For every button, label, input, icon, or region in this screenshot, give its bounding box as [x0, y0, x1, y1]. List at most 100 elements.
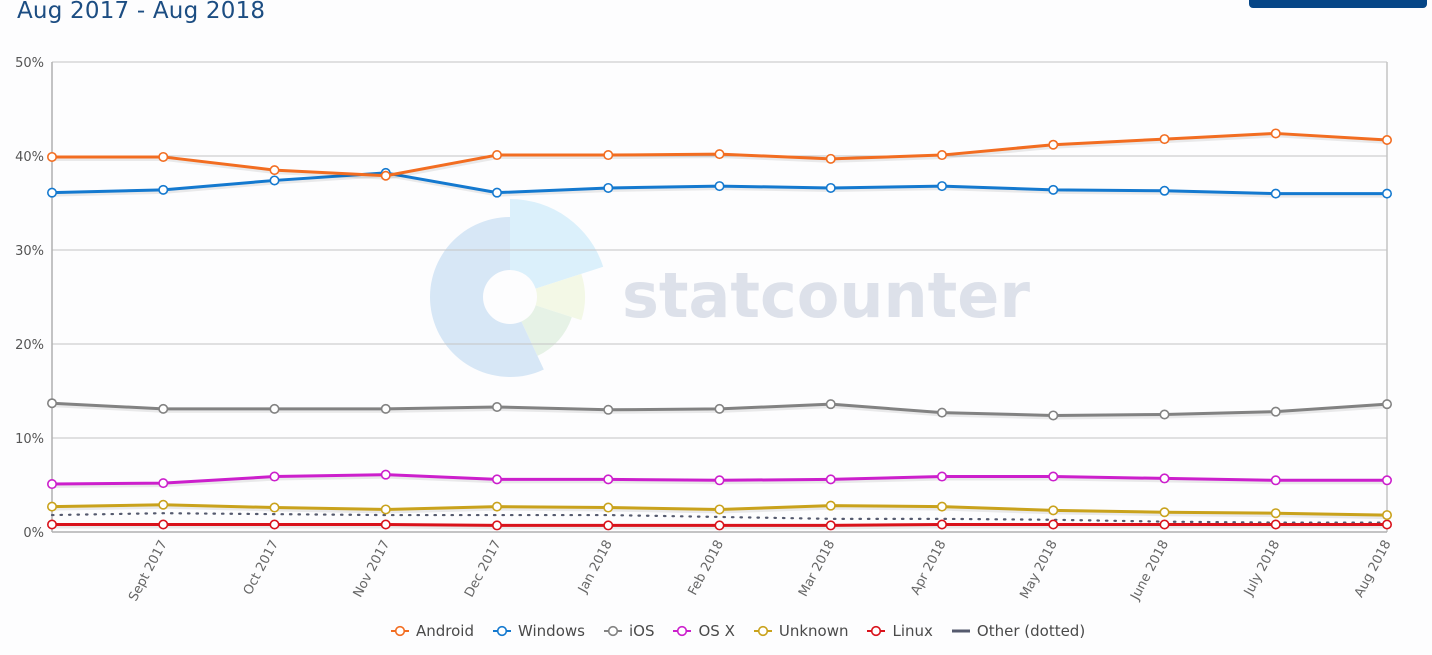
data-point[interactable] [1159, 507, 1170, 518]
data-point[interactable] [1048, 184, 1059, 195]
y-tick-label: 10% [15, 432, 44, 447]
data-point[interactable] [269, 165, 280, 176]
circle-marker-icon [753, 624, 773, 638]
data-point[interactable] [1159, 409, 1170, 420]
legend-item[interactable]: Unknown [753, 622, 849, 640]
data-point[interactable] [1159, 519, 1170, 530]
data-point[interactable] [1382, 135, 1393, 146]
data-point[interactable] [1382, 188, 1393, 199]
data-point[interactable] [714, 181, 725, 192]
data-point[interactable] [269, 519, 280, 530]
watermark-text: statcounter [622, 259, 1030, 332]
data-point[interactable] [1048, 139, 1059, 150]
legend-item[interactable]: Android [390, 622, 474, 640]
data-point[interactable] [491, 150, 502, 161]
data-point[interactable] [1270, 406, 1281, 417]
legend-item[interactable]: Other (dotted) [951, 622, 1085, 640]
data-point[interactable] [603, 182, 614, 193]
data-point[interactable] [1270, 188, 1281, 199]
watermark-segment [510, 199, 604, 289]
data-point[interactable] [269, 502, 280, 513]
data-point[interactable] [1048, 410, 1059, 421]
data-point[interactable] [1270, 475, 1281, 486]
data-point[interactable] [158, 478, 169, 489]
data-point[interactable] [1382, 510, 1393, 521]
data-point[interactable] [158, 499, 169, 510]
data-point[interactable] [1048, 519, 1059, 530]
data-point[interactable] [714, 504, 725, 515]
data-point[interactable] [714, 403, 725, 414]
legend-label: Android [416, 622, 474, 640]
legend-item[interactable]: Windows [492, 622, 585, 640]
data-point[interactable] [46, 187, 57, 198]
data-point[interactable] [1382, 399, 1393, 410]
y-tick-label: 50% [15, 56, 44, 71]
data-point[interactable] [603, 474, 614, 485]
data-point[interactable] [1159, 185, 1170, 196]
data-point[interactable] [380, 403, 391, 414]
data-point[interactable] [714, 149, 725, 160]
data-point[interactable] [603, 404, 614, 415]
data-point[interactable] [46, 398, 57, 409]
data-point[interactable] [825, 153, 836, 164]
y-tick-label: 0% [23, 526, 44, 541]
data-point[interactable] [158, 403, 169, 414]
data-point[interactable] [936, 501, 947, 512]
data-point[interactable] [46, 479, 57, 490]
data-point[interactable] [158, 184, 169, 195]
data-point[interactable] [936, 181, 947, 192]
data-point[interactable] [380, 519, 391, 530]
data-point[interactable] [380, 504, 391, 515]
x-tick-label: Aug 2018 [1352, 538, 1395, 600]
data-point[interactable] [603, 150, 614, 161]
legend-item[interactable]: Linux [866, 622, 933, 640]
data-point[interactable] [825, 474, 836, 485]
data-point[interactable] [158, 519, 169, 530]
data-point[interactable] [936, 407, 947, 418]
data-point[interactable] [46, 151, 57, 162]
series-linux [46, 519, 1393, 531]
data-point[interactable] [380, 170, 391, 181]
data-point[interactable] [491, 187, 502, 198]
data-point[interactable] [825, 500, 836, 511]
data-point[interactable] [714, 520, 725, 531]
data-point[interactable] [936, 150, 947, 161]
legend-item[interactable]: OS X [672, 622, 735, 640]
data-point[interactable] [1382, 475, 1393, 486]
data-point[interactable] [1048, 471, 1059, 482]
data-point[interactable] [1270, 128, 1281, 139]
data-point[interactable] [491, 520, 502, 531]
data-point[interactable] [1159, 473, 1170, 484]
data-point[interactable] [603, 502, 614, 513]
data-point[interactable] [491, 474, 502, 485]
data-point[interactable] [269, 471, 280, 482]
chart-legend: Android Windows iOS OS X Unknown Linux Other (… [390, 622, 1085, 640]
x-tick-label: May 2018 [1017, 538, 1060, 602]
data-point[interactable] [269, 175, 280, 186]
x-tick-label: Mar 2018 [796, 538, 838, 600]
data-point[interactable] [491, 501, 502, 512]
data-point[interactable] [158, 151, 169, 162]
data-point[interactable] [936, 471, 947, 482]
data-point[interactable] [46, 501, 57, 512]
data-point[interactable] [1270, 519, 1281, 530]
data-point[interactable] [1048, 505, 1059, 516]
data-point[interactable] [714, 475, 725, 486]
data-point[interactable] [269, 403, 280, 414]
data-point[interactable] [1159, 134, 1170, 145]
data-point[interactable] [825, 399, 836, 410]
data-point[interactable] [380, 469, 391, 480]
data-point[interactable] [603, 520, 614, 531]
data-point[interactable] [46, 519, 57, 530]
data-point[interactable] [936, 519, 947, 530]
y-tick-label: 20% [15, 338, 44, 353]
data-point[interactable] [1270, 508, 1281, 519]
legend-item[interactable]: iOS [603, 622, 654, 640]
x-tick-label: July 2018 [1241, 538, 1283, 599]
data-point[interactable] [1382, 519, 1393, 530]
data-point[interactable] [825, 520, 836, 531]
data-point[interactable] [491, 401, 502, 412]
data-point[interactable] [825, 182, 836, 193]
legend-label: Unknown [778, 622, 849, 640]
circle-marker-icon [672, 624, 692, 638]
